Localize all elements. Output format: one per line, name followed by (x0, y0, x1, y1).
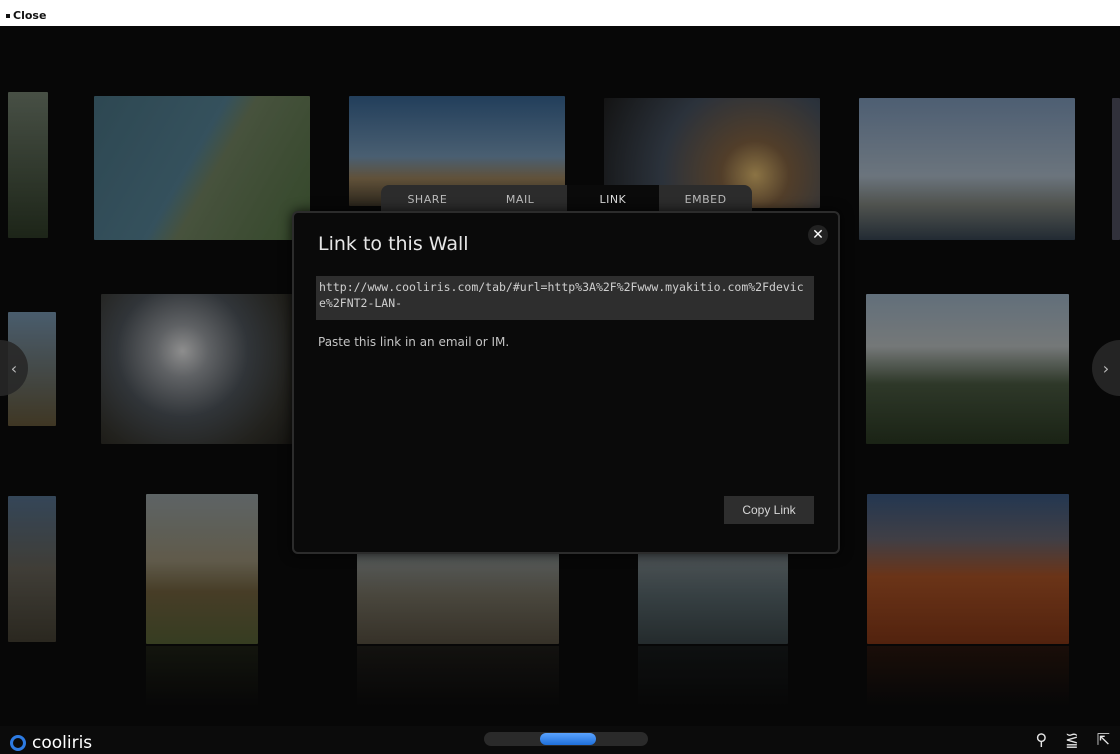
instruction-text: Paste this link in an email or IM. (318, 335, 510, 349)
toolbar-icons: ⚲ ⪟ ⇱ (1035, 730, 1110, 749)
tab-embed[interactable]: EMBED (659, 185, 752, 213)
share-icon[interactable]: ⪟ (1065, 730, 1078, 749)
copy-link-button[interactable]: Copy Link (724, 496, 814, 524)
close-square-icon (6, 14, 10, 18)
scroll-thumb[interactable] (540, 733, 596, 745)
fullscreen-icon[interactable]: ⇱ (1097, 730, 1110, 749)
cooliris-logo[interactable]: cooliris (10, 733, 92, 753)
link-field[interactable]: http://www.cooliris.com/tab/#url=http%3A… (316, 276, 814, 320)
link-dialog: Link to this Wall ✕ http://www.cooliris.… (292, 211, 840, 554)
share-tabs: SHARE MAIL LINK EMBED (381, 185, 752, 213)
tab-link[interactable]: LINK (566, 185, 660, 213)
close-icon[interactable]: ✕ (808, 225, 828, 245)
dialog-title: Link to this Wall (318, 233, 469, 255)
close-button[interactable]: Close (6, 9, 46, 22)
tab-mail[interactable]: MAIL (474, 185, 567, 213)
brand-name: cooliris (32, 733, 93, 753)
wall-scrollbar[interactable] (484, 732, 648, 746)
tab-share[interactable]: SHARE (381, 185, 474, 213)
logo-ring-icon (10, 735, 26, 751)
top-bar: Close (0, 0, 1120, 26)
search-icon[interactable]: ⚲ (1035, 730, 1047, 749)
bottom-bar: cooliris ⚲ ⪟ ⇱ (0, 726, 1120, 754)
